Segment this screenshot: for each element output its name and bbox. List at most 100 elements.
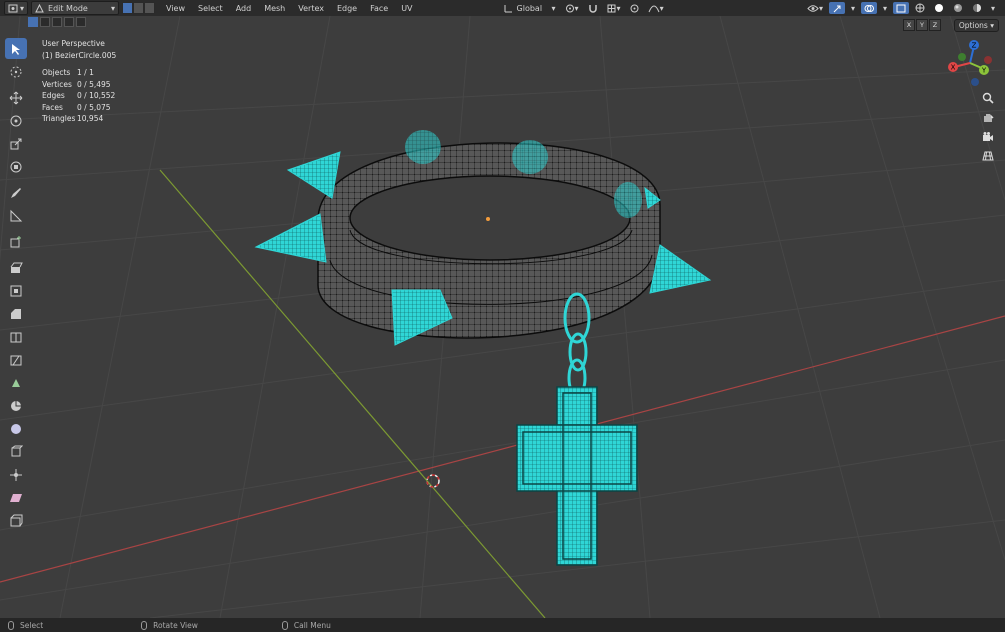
stat-row: Triangles 10,954: [42, 113, 116, 125]
camera-icon: [983, 132, 993, 141]
chevron-down-icon: ▾: [659, 3, 664, 13]
pan-view-button[interactable]: [979, 108, 997, 126]
zoom-view-button[interactable]: [979, 89, 997, 107]
extrude-tool[interactable]: [5, 257, 27, 278]
menu-select[interactable]: Select: [193, 2, 228, 14]
status-menu-label: Call Menu: [293, 620, 331, 630]
gizmo-dropdown[interactable]: ▾: [848, 2, 858, 14]
chevron-down-icon: ▾: [850, 3, 855, 13]
stat-value: 0 / 10,552: [77, 91, 116, 100]
hand-icon: [984, 114, 994, 122]
menu-mesh[interactable]: Mesh: [259, 2, 290, 14]
select-intersect-mode-button[interactable]: [76, 17, 86, 27]
orientation-label: Global: [516, 3, 543, 13]
select-subtract-mode-button[interactable]: [52, 17, 62, 27]
visibility-dropdown[interactable]: ▾: [804, 2, 826, 14]
xray-toggle[interactable]: [892, 2, 909, 14]
spin-tool[interactable]: [5, 395, 27, 416]
neg-y-axis-handle[interactable]: [958, 53, 966, 61]
perspective-toggle-button[interactable]: [979, 147, 997, 165]
stat-label: Objects: [42, 68, 71, 77]
eye-icon: [807, 4, 819, 12]
measure-tool[interactable]: [5, 205, 27, 226]
shading-rendered-button[interactable]: [969, 2, 985, 14]
menu-edge[interactable]: Edge: [332, 2, 362, 14]
transform-tool[interactable]: [5, 156, 27, 177]
stat-value: 0 / 5,495: [77, 79, 111, 89]
active-object-name: (1) BezierCircle.005: [42, 50, 117, 60]
cursor-tool[interactable]: [5, 61, 27, 82]
select-extend-mode-button[interactable]: [40, 17, 50, 27]
select-box-tool[interactable]: [5, 38, 27, 59]
status-select-label: Select: [20, 620, 44, 630]
neg-x-axis-handle[interactable]: [984, 56, 992, 64]
shrink-fatten-icon: [10, 468, 22, 481]
edge-slide-icon: [11, 445, 23, 456]
shading-wireframe-button[interactable]: [912, 2, 928, 14]
menu-add[interactable]: Add: [231, 2, 257, 14]
chevron-down-icon: ▾: [616, 3, 621, 13]
editor-type-button[interactable]: ▾: [4, 1, 29, 15]
snap-toggle[interactable]: [585, 2, 601, 14]
orientation-dropdown[interactable]: Global ▾: [501, 2, 559, 14]
neg-z-axis-handle[interactable]: [971, 78, 979, 86]
menu-face[interactable]: Face: [365, 2, 393, 14]
gizmo-toggle[interactable]: [828, 2, 845, 14]
status-rotate-label: Rotate View: [153, 620, 198, 630]
shading-dropdown[interactable]: ▾: [988, 2, 998, 14]
edge-slide-tool[interactable]: [5, 441, 27, 462]
move-tool[interactable]: [5, 87, 27, 108]
mode-dropdown[interactable]: Edit Mode ▾: [31, 1, 120, 15]
rip-region-tool[interactable]: [5, 510, 27, 531]
scale-icon: [10, 138, 22, 149]
shrink-fatten-tool[interactable]: [5, 464, 27, 485]
menu-view[interactable]: View: [161, 2, 190, 14]
axis-z-toggle[interactable]: Z: [929, 19, 941, 31]
pivot-dropdown[interactable]: ▾: [562, 2, 582, 14]
falloff-dropdown[interactable]: ▾: [645, 2, 667, 14]
edge-select-button[interactable]: [133, 2, 145, 14]
smooth-tool[interactable]: [5, 418, 27, 439]
axis-y-toggle[interactable]: Y: [916, 19, 928, 31]
menu-vertex[interactable]: Vertex: [293, 2, 329, 14]
add-cube-tool[interactable]: [5, 231, 27, 252]
pencil-icon: [11, 187, 21, 198]
knife-tool[interactable]: [5, 349, 27, 370]
annotate-tool[interactable]: [5, 182, 27, 203]
camera-view-button[interactable]: [979, 128, 997, 146]
navigation-gizmo[interactable]: Z Y X: [944, 38, 1000, 88]
vertex-select-button[interactable]: [122, 2, 134, 14]
menu-uv[interactable]: UV: [396, 2, 417, 14]
rotate-tool[interactable]: [5, 110, 27, 131]
gizmo-arrow-icon: [833, 5, 841, 12]
overlay-toggle[interactable]: [860, 2, 877, 14]
shading-material-button[interactable]: [950, 2, 966, 14]
poly-build-tool[interactable]: [5, 372, 27, 393]
snap-target-dropdown[interactable]: ▾: [604, 2, 624, 14]
select-invert-mode-button[interactable]: [64, 17, 74, 27]
3d-viewport[interactable]: [0, 16, 1005, 618]
shading-solid-button[interactable]: [931, 2, 947, 14]
stat-value: 10,954: [77, 114, 104, 123]
stat-label: Faces: [42, 102, 63, 112]
stat-row: Faces 0 / 5,075: [42, 102, 116, 114]
loop-cut-tool[interactable]: [5, 326, 27, 347]
proportional-toggle[interactable]: [627, 2, 642, 14]
inset-tool[interactable]: [5, 280, 27, 301]
select-box-mode-button[interactable]: [28, 17, 38, 27]
options-dropdown[interactable]: Options ▾: [953, 19, 999, 32]
magnet-icon: [588, 4, 597, 13]
scale-tool[interactable]: [5, 133, 27, 154]
spin-icon: [11, 400, 21, 411]
bevel-tool[interactable]: [5, 303, 27, 324]
status-menu-hint: Call Menu: [281, 620, 331, 630]
shear-tool[interactable]: [5, 487, 27, 508]
overlay-dropdown[interactable]: ▾: [880, 2, 890, 14]
collar-mesh: [317, 130, 661, 339]
wireframe-shading-icon: [915, 3, 925, 13]
3d-cursor[interactable]: [426, 474, 440, 488]
axis-x-toggle[interactable]: X: [903, 19, 915, 31]
x-axis-label: X: [951, 64, 956, 72]
edit-mode-icon: [35, 3, 44, 12]
face-select-button[interactable]: [144, 2, 156, 14]
